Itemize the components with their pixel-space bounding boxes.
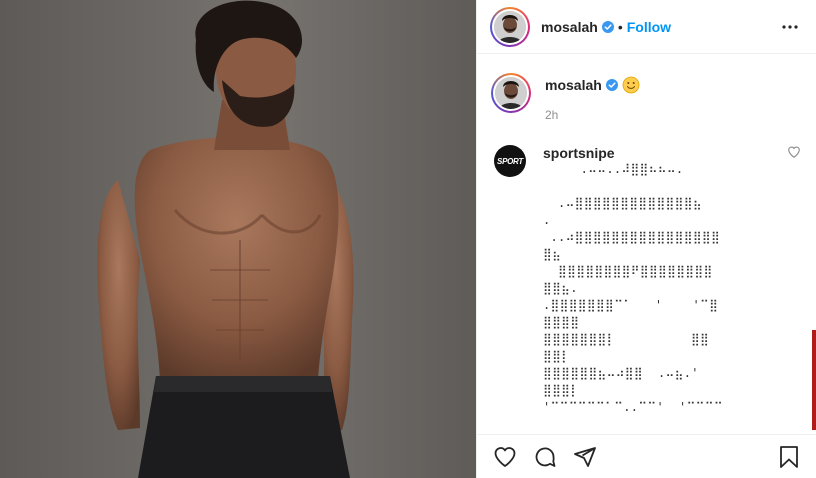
- instagram-post: mosalah • Follow mosalah 2h SPORT sports…: [0, 0, 816, 478]
- post-caption: mosalah 2h: [491, 54, 801, 122]
- post-side-panel: mosalah • Follow mosalah 2h SPORT sports…: [476, 0, 816, 478]
- avatar-portrait-icon: [495, 77, 527, 109]
- author-username[interactable]: mosalah: [541, 19, 598, 35]
- ascii-art-line: ⣿⣦: [543, 247, 562, 261]
- ascii-art-line: .: [543, 213, 551, 227]
- share-icon[interactable]: [573, 445, 597, 469]
- verified-badge-icon: [605, 79, 618, 91]
- ascii-art-line: ⣿⣿⣿⣿: [543, 315, 580, 329]
- ascii-art-line: ⣿⣿⣦.: [543, 281, 578, 295]
- comment-username[interactable]: sportsnipe: [543, 145, 767, 161]
- action-bar: [477, 434, 816, 478]
- more-options-icon[interactable]: [778, 15, 802, 39]
- post-photo-illustration: [0, 0, 476, 478]
- caption-username[interactable]: mosalah: [545, 77, 602, 93]
- ascii-art-line: .⠤⠤..⠼⣿⣿⠦⠦⠤.: [543, 162, 684, 176]
- comment-item: SPORT sportsnipe .⠤⠤..⠼⣿⣿⠦⠦⠤. .⠤⣿⣿⣿⣿⣿⣿⣿⣿…: [491, 145, 801, 416]
- ascii-art-line: ⣿⣿⣿⣿⣿⣿⣿⡇ ⣿⣿: [543, 332, 710, 346]
- post-photo[interactable]: [0, 0, 476, 478]
- caption-avatar[interactable]: [491, 73, 531, 113]
- avatar-portrait-icon: [494, 10, 526, 43]
- ascii-art-line: ⣿⣿⣿⣿⣿⣿⣦⠤⠴⣿⣿ .⠤⣦.': [543, 366, 699, 380]
- ascii-art-line: ⣿⣿⣿⡇: [543, 383, 580, 397]
- ascii-art-line: .⣿⣿⣿⣿⣿⣿⣿⠉⠁ ' '⠉⣿: [543, 298, 719, 312]
- commenter-avatar[interactable]: SPORT: [494, 145, 526, 177]
- ascii-art-line: ..⠴⣿⣿⣿⣿⣿⣿⣿⣿⣿⣿⣿⣿⣿⣿⣿⣿: [543, 230, 721, 244]
- header-separator: •: [617, 18, 623, 35]
- follow-button[interactable]: Follow: [627, 19, 671, 35]
- ascii-art-line: '⠉⠉⠉⠉⠉⠉⠁⠉..⠉⠉' '⠉⠉⠉⠉: [543, 400, 723, 414]
- comments-list[interactable]: mosalah 2h SPORT sportsnipe .⠤⠤..⠼⣿⣿⠦⠦⠤.…: [477, 54, 816, 434]
- commenter-avatar-logo: SPORT: [497, 156, 523, 166]
- verified-badge-icon: [601, 20, 614, 33]
- ascii-art-line: ⣿⣿⣿⣿⣿⣿⣿⣿⠟⣿⣿⣿⣿⣿⣿⣿⣿: [543, 264, 713, 278]
- ascii-art-line: .⠤⣿⣿⣿⣿⣿⣿⣿⣿⣿⣿⣿⣿⣿⣦: [543, 196, 702, 210]
- author-avatar[interactable]: [490, 6, 530, 47]
- heart-icon[interactable]: [493, 445, 517, 469]
- comment-ascii-art: .⠤⠤..⠼⣿⣿⠦⠦⠤. .⠤⣿⣿⣿⣿⣿⣿⣿⣿⣿⣿⣿⣿⣿⣦. ..⠴⣿⣿⣿⣿⣿⣿…: [543, 161, 767, 416]
- ascii-art-line: [543, 178, 767, 195]
- smiley-emoji-icon: [622, 76, 640, 94]
- edge-decoration: [812, 330, 816, 430]
- caption-timestamp[interactable]: 2h: [545, 108, 640, 122]
- comment-like-heart-icon[interactable]: [787, 145, 801, 159]
- bookmark-icon[interactable]: [777, 445, 801, 469]
- ascii-art-line: ⣿⣿⡇: [543, 349, 571, 363]
- post-header: mosalah • Follow: [477, 0, 816, 54]
- comment-icon[interactable]: [533, 445, 557, 469]
